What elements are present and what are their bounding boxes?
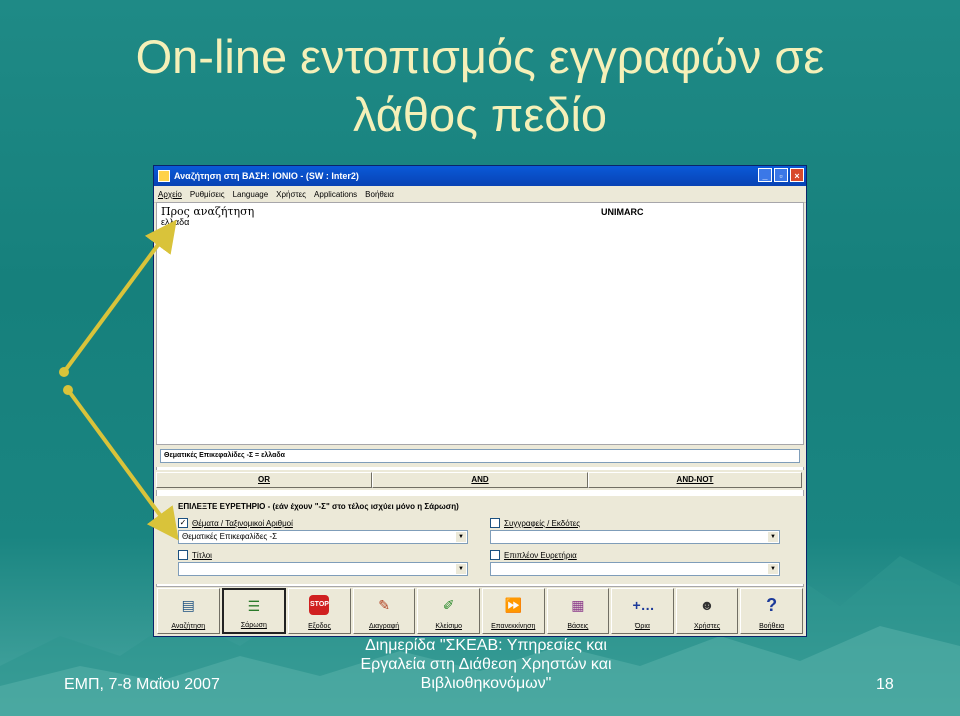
stop-icon: STOP [309,595,330,615]
chevron-down-icon[interactable]: ▼ [768,564,778,574]
window-titlebar: Αναζήτηση στη ΒΑΣΗ: IONIO - (SW : Inter2… [154,166,806,186]
chevron-down-icon[interactable]: ▼ [456,532,466,542]
more-select[interactable]: ▼ [490,562,780,576]
page-number: 18 [876,676,894,693]
subjects-select-value: Θεματικές Επικεφαλίδες -Σ [182,532,278,541]
close-pen-icon: ✐ [442,597,455,613]
authors-checkbox[interactable] [490,518,500,528]
format-label: UNIMARC [601,207,644,217]
arrow-origin-dot [63,385,73,395]
authors-label: Συγγραφείς / Εκδότες [504,518,581,528]
app-icon [158,170,170,182]
help-tool-button[interactable]: ? Βοήθεια [740,588,803,634]
tool-label: Βάσεις [567,623,589,630]
close-tool-button[interactable]: ✐ Κλείσιμο [417,588,480,634]
query-display: Θεματικές Επικεφαλίδες -Σ = ελλαδα [160,449,800,463]
index-selection: ΕΠΙΛΕΞΤΕ ΕΥΡΕΤΗΡΙΟ - (εάν έχουν "-Σ" στο… [156,496,804,584]
tool-label: Επανεκκίνηση [491,623,536,630]
chevron-down-icon[interactable]: ▼ [456,564,466,574]
tool-label: Εξοδος [308,623,331,630]
menu-language[interactable]: Language [233,190,269,199]
users-tool-button[interactable]: ☻ Χρήστες [675,588,739,634]
close-button[interactable]: × [790,168,804,182]
footer-date: ΕΜΠ, 7-8 Μαΐου 2007 [64,676,220,693]
search-window: Αναζήτηση στη ΒΑΣΗ: IONIO - (SW : Inter2… [153,165,807,637]
pencil-icon: ✎ [378,597,390,613]
footer-event: Διημερίδα "ΣΚΕΑΒ: Υπηρεσίες και Εργαλεία… [326,636,646,693]
database-icon: ▦ [571,597,585,613]
scan-tool-button[interactable]: ☰ Σάρωση [221,588,287,634]
tool-label: Χρήστες [693,623,721,630]
menu-bar: Αρχείο Ρυθμίσεις Language Χρήστες Applic… [154,186,806,203]
tool-label: Κλείσιμο [435,623,462,630]
tool-label: Όρια [634,623,650,630]
plus-icon: +… [632,597,655,613]
slide-title: On-line εντοπισμός εγγραφών σε λάθος πεδ… [0,28,960,144]
subjects-checkbox[interactable]: ✓ [178,518,188,528]
arrow-origin-dot [59,367,69,377]
delete-tool-button[interactable]: ✎ Διαγραφή [352,588,416,634]
tool-label: Αναζήτηση [171,623,206,630]
more-checkbox[interactable] [490,550,500,560]
chevron-down-icon[interactable]: ▼ [768,532,778,542]
tool-label: Βοήθεια [759,623,785,630]
question-mark-icon: ? [766,595,778,615]
titles-label: Τίτλοι [192,550,212,560]
search-tool-button[interactable]: ▤ Αναζήτηση [157,588,220,634]
list-icon: ☰ [247,598,261,614]
user-icon: ☻ [699,597,715,613]
toolbar: ▤ Αναζήτηση ☰ Σάρωση STOP Εξοδος ✎ Διαγρ… [156,586,804,635]
search-icon: ▤ [181,597,195,613]
tool-label: Διαγραφή [368,623,400,630]
menu-help[interactable]: Βοήθεια [365,190,394,199]
boolean-operators: OR AND AND-NOT [156,470,804,490]
titles-option[interactable]: Τίτλοι [178,550,212,560]
window-title: Αναζήτηση στη ΒΑΣΗ: IONIO - (SW : Inter2… [174,171,359,181]
query-band: Θεματικές Επικεφαλίδες -Σ = ελλαδα [156,444,804,467]
slide-title-line1: On-line εντοπισμός εγγραφών σε [135,30,825,83]
tool-label: Σάρωση [240,622,267,629]
titles-checkbox[interactable] [178,550,188,560]
minimize-button[interactable]: _ [758,168,772,182]
menu-settings[interactable]: Ρυθμίσεις [190,190,225,199]
index-title: ΕΠΙΛΕΞΤΕ ΕΥΡΕΤΗΡΙΟ - (εάν έχουν "-Σ" στο… [178,502,459,511]
restart-tool-button[interactable]: ⏩ Επανεκκίνηση [481,588,545,634]
menu-file[interactable]: Αρχείο [158,190,182,199]
and-button[interactable]: AND [372,472,588,488]
authors-option[interactable]: Συγγραφείς / Εκδότες [490,518,580,528]
menu-users[interactable]: Χρήστες [276,190,306,199]
slide-title-line2: λάθος πεδίο [352,88,608,141]
footer-event-line3: Βιβλιοθηκονόμων" [420,675,552,692]
subjects-label: Θέματα / Ταξινομικοί Αριθμοί [192,518,293,528]
footer-event-line2: Εργαλεία στη Διάθεση Χρηστών και [360,656,612,673]
subjects-option[interactable]: ✓ Θέματα / Ταξινομικοί Αριθμοί [178,518,293,528]
exit-tool-button[interactable]: STOP Εξοδος [288,588,351,634]
or-button[interactable]: OR [156,472,372,488]
limits-tool-button[interactable]: +… Όρια [611,588,674,634]
search-input-value[interactable]: ελλαδα [161,217,189,227]
fast-forward-icon: ⏩ [504,597,522,613]
databases-tool-button[interactable]: ▦ Βάσεις [546,588,610,634]
authors-select[interactable]: ▼ [490,530,780,544]
subjects-select[interactable]: Θεματικές Επικεφαλίδες -Σ ▼ [178,530,468,544]
titles-select[interactable]: ▼ [178,562,468,576]
maximize-button[interactable]: ▫ [774,168,788,182]
more-option[interactable]: Επιπλέον Ευρετήρια [490,550,577,560]
menu-applications[interactable]: Applications [314,190,357,199]
footer-event-line1: Διημερίδα "ΣΚΕΑΒ: Υπηρεσίες και [365,637,607,654]
more-label: Επιπλέον Ευρετήρια [504,550,577,560]
and-not-button[interactable]: AND-NOT [588,472,802,488]
